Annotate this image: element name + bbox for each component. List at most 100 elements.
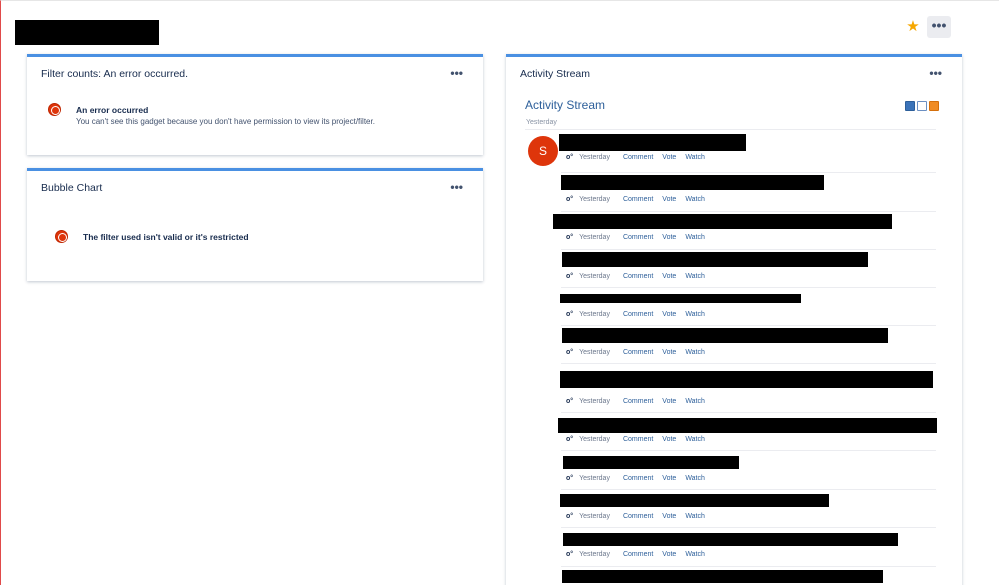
entry-text-redacted: [560, 371, 933, 388]
entry-meta: o° Yesterday Comment Vote Watch: [566, 234, 714, 241]
issue-type-icon: o°: [566, 196, 574, 203]
vote-link[interactable]: Vote: [662, 475, 676, 482]
divider: [561, 363, 936, 364]
divider: [561, 287, 936, 288]
entry-text-redacted: [553, 214, 892, 229]
comment-link[interactable]: Comment: [623, 551, 653, 558]
divider: [561, 211, 936, 212]
entry-meta: o° Yesterday Comment Vote Watch: [566, 398, 714, 405]
issue-type-icon: o°: [566, 398, 574, 405]
activity-stream-heading: Activity Stream: [525, 98, 606, 112]
issue-type-icon: o°: [566, 311, 574, 318]
entry-text-redacted: [563, 533, 898, 546]
avatar[interactable]: S: [528, 136, 558, 166]
star-icon[interactable]: ★: [903, 17, 923, 37]
comment-link[interactable]: Comment: [623, 311, 653, 318]
comment-link[interactable]: Comment: [623, 475, 653, 482]
watch-link[interactable]: Watch: [685, 273, 705, 280]
watch-link[interactable]: Watch: [685, 551, 705, 558]
comment-link[interactable]: Comment: [623, 398, 653, 405]
comment-link[interactable]: Comment: [623, 273, 653, 280]
watch-link[interactable]: Watch: [685, 436, 705, 443]
entry-text-redacted: [563, 456, 739, 469]
divider: [561, 489, 936, 490]
comment-link[interactable]: Comment: [623, 349, 653, 356]
divider: [525, 129, 936, 130]
divider: [561, 450, 936, 451]
vote-link[interactable]: Vote: [662, 436, 676, 443]
issue-type-icon: o°: [566, 273, 574, 280]
divider: [561, 325, 936, 326]
entry-time: Yesterday: [579, 273, 610, 280]
entry-time: Yesterday: [579, 398, 610, 405]
vote-link[interactable]: Vote: [662, 196, 676, 203]
list-view-icon[interactable]: [917, 101, 927, 111]
watch-link[interactable]: Watch: [685, 311, 705, 318]
vote-link[interactable]: Vote: [662, 311, 676, 318]
dashboard-more-button[interactable]: •••: [927, 16, 951, 38]
watch-link[interactable]: Watch: [685, 398, 705, 405]
entry-text-redacted: [562, 328, 888, 343]
vote-link[interactable]: Vote: [662, 154, 676, 161]
divider: [561, 172, 936, 173]
vote-link[interactable]: Vote: [662, 513, 676, 520]
issue-type-icon: o°: [566, 551, 574, 558]
comment-link[interactable]: Comment: [623, 436, 653, 443]
entry-time: Yesterday: [579, 551, 610, 558]
activity-stream-gadget: Activity Stream ••• Activity Stream Yest…: [506, 54, 962, 585]
watch-link[interactable]: Watch: [685, 234, 705, 241]
activity-stream-menu-button[interactable]: •••: [929, 66, 942, 80]
comment-link[interactable]: Comment: [623, 234, 653, 241]
watch-link[interactable]: Watch: [685, 513, 705, 520]
entry-text-redacted: [560, 494, 829, 507]
divider: [561, 412, 936, 413]
entry-time: Yesterday: [579, 513, 610, 520]
comment-link[interactable]: Comment: [623, 154, 653, 161]
entry-text-redacted: [562, 252, 868, 267]
issue-type-icon: o°: [566, 349, 574, 356]
filter-counts-gadget: Filter counts: An error occurred. ••• An…: [27, 54, 483, 155]
view-toggle-group: [905, 101, 941, 111]
dashboard-title-redacted: [15, 20, 159, 45]
watch-link[interactable]: Watch: [685, 475, 705, 482]
entry-meta: o° Yesterday Comment Vote Watch: [566, 551, 714, 558]
entry-time: Yesterday: [579, 154, 610, 161]
error-message: You can't see this gadget because you do…: [76, 117, 375, 126]
error-heading: An error occurred: [76, 105, 149, 115]
vote-link[interactable]: Vote: [662, 234, 676, 241]
watch-link[interactable]: Watch: [685, 349, 705, 356]
bubble-chart-menu-button[interactable]: •••: [450, 180, 463, 194]
issue-type-icon: o°: [566, 154, 574, 161]
entry-meta: o° Yesterday Comment Vote Watch: [566, 196, 714, 203]
watch-link[interactable]: Watch: [685, 154, 705, 161]
error-icon: [55, 230, 68, 243]
vote-link[interactable]: Vote: [662, 551, 676, 558]
group-date-label: Yesterday: [526, 119, 557, 126]
bubble-chart-title: Bubble Chart: [41, 182, 103, 194]
comment-link[interactable]: Comment: [623, 513, 653, 520]
entry-text-redacted: [558, 418, 937, 433]
comment-link[interactable]: Comment: [623, 196, 653, 203]
vote-link[interactable]: Vote: [662, 349, 676, 356]
divider: [561, 566, 936, 567]
full-view-icon[interactable]: [905, 101, 915, 111]
entry-meta: o° Yesterday Comment Vote Watch: [566, 513, 714, 520]
filter-error-message: The filter used isn't valid or it's rest…: [83, 232, 249, 242]
issue-type-icon: o°: [566, 475, 574, 482]
divider: [561, 527, 936, 528]
entry-time: Yesterday: [579, 234, 610, 241]
issue-type-icon: o°: [566, 234, 574, 241]
divider: [561, 249, 936, 250]
rss-icon[interactable]: [929, 101, 939, 111]
entry-time: Yesterday: [579, 349, 610, 356]
entry-time: Yesterday: [579, 311, 610, 318]
bubble-chart-gadget: Bubble Chart ••• The filter used isn't v…: [27, 168, 483, 281]
entry-text-redacted: [562, 570, 883, 583]
entry-text-redacted: [561, 175, 824, 190]
filter-counts-menu-button[interactable]: •••: [450, 66, 463, 80]
vote-link[interactable]: Vote: [662, 398, 676, 405]
vote-link[interactable]: Vote: [662, 273, 676, 280]
watch-link[interactable]: Watch: [685, 196, 705, 203]
issue-type-icon: o°: [566, 436, 574, 443]
entry-meta: o° Yesterday Comment Vote Watch: [566, 273, 714, 280]
